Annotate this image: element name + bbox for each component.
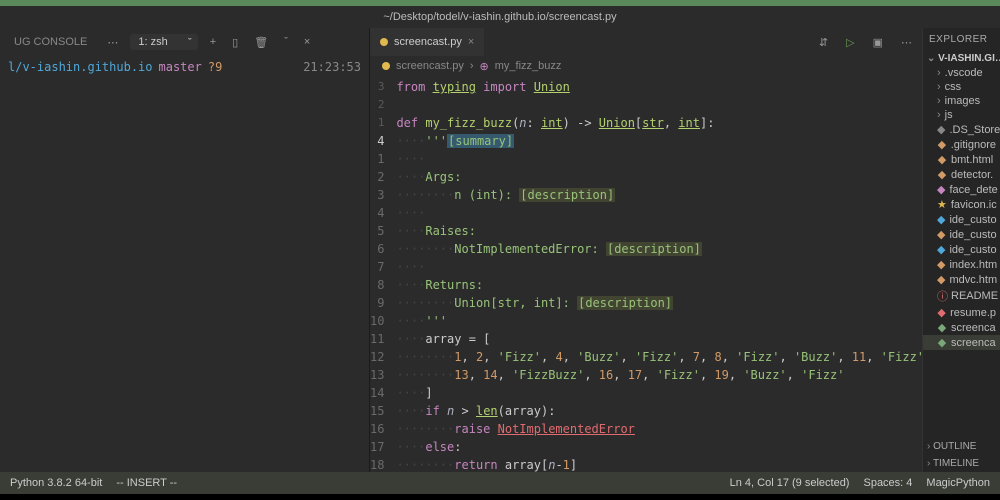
terminal-branch: master — [159, 60, 202, 74]
explorer-folder[interactable]: ›images — [923, 94, 1000, 108]
explorer-file[interactable]: ◆resume.p — [923, 305, 1000, 320]
editor-tab-screencast[interactable]: · screencast.py × — [370, 28, 484, 56]
compare-icon[interactable]: ⇵ — [815, 34, 832, 51]
terminal-chevron-icon[interactable]: ˇ — [280, 34, 292, 50]
file-icon: ◆ — [937, 153, 947, 166]
window-title: ~/Desktop/todel/v-iashin.github.io/scree… — [0, 6, 1000, 28]
file-icon: ◆ — [937, 306, 946, 319]
explorer-folder[interactable]: ›css — [923, 80, 1000, 94]
chevron-down-icon: ˇ — [188, 37, 192, 49]
new-terminal-icon[interactable]: + — [206, 34, 220, 50]
chevron-right-icon: › — [937, 95, 941, 107]
file-icon: ◆ — [937, 183, 945, 196]
explorer-root-label: V-IASHIN.GI… — [938, 53, 1000, 64]
breadcrumb-symbol[interactable]: my_fizz_buzz — [495, 60, 562, 72]
chevron-right-icon: › — [937, 109, 941, 121]
explorer-file[interactable]: ◆bmt.html — [923, 152, 1000, 167]
chevron-right-icon: › — [937, 67, 941, 79]
terminal-cwd: l/v-iashin.github.io — [8, 60, 153, 74]
editor-tabbar: · screencast.py × ⇵ ▷ ▣ ⋯ — [370, 28, 922, 56]
file-icon: ◆ — [937, 213, 945, 226]
run-icon[interactable]: ▷ — [842, 34, 858, 51]
file-icon: ◆ — [937, 168, 947, 181]
explorer-file[interactable]: ◆screenca — [923, 320, 1000, 335]
explorer-folder[interactable]: ›js — [923, 108, 1000, 122]
close-panel-icon[interactable]: × — [300, 34, 314, 50]
status-cursor[interactable]: Ln 4, Col 17 (9 selected) — [730, 477, 850, 489]
terminal-selector[interactable]: 1: zsh ˇ — [130, 34, 197, 50]
file-icon: ◆ — [937, 273, 945, 286]
timeline-section[interactable]: › TIMELINE — [923, 455, 1000, 472]
explorer-file[interactable]: ◆.gitignore — [923, 137, 1000, 152]
breadcrumb[interactable]: · screencast.py › ⊕ my_fizz_buzz — [370, 56, 922, 76]
timeline-label: TIMELINE — [933, 458, 979, 469]
explorer-root[interactable]: ⌄ V-IASHIN.GI… — [923, 51, 1000, 66]
split-editor-icon[interactable]: ▣ — [869, 34, 887, 51]
explorer-file[interactable]: ★favicon.ic — [923, 197, 1000, 212]
chevron-right-icon: › — [927, 458, 930, 469]
file-icon: ◆ — [937, 228, 945, 241]
status-python[interactable]: Python 3.8.2 64-bit — [10, 477, 102, 489]
explorer-panel: EXPLORER ⌄ V-IASHIN.GI… ›.vscode›css›ima… — [922, 28, 1000, 472]
tab-label: screencast.py — [394, 36, 462, 48]
explorer-file[interactable]: ◆ide_custo — [923, 212, 1000, 227]
chevron-down-icon: ⌄ — [927, 53, 935, 64]
terminal-time: 21:23:53 — [303, 60, 361, 74]
explorer-file[interactable]: ⓘREADME — [923, 287, 1000, 305]
file-icon: ◆ — [937, 243, 945, 256]
terminal-body[interactable]: l/v-iashin.github.io master ?9 21:23:53 — [0, 56, 369, 472]
chevron-right-icon: › — [937, 81, 941, 93]
file-icon: ◆ — [937, 138, 947, 151]
file-icon: ◆ — [937, 258, 945, 271]
explorer-file[interactable]: ◆index.htm — [923, 257, 1000, 272]
function-icon: ⊕ — [480, 60, 489, 73]
python-file-icon: · — [382, 62, 390, 70]
explorer-file[interactable]: ◆.DS_Store — [923, 122, 1000, 137]
status-bar: Python 3.8.2 64-bit -- INSERT -- Ln 4, C… — [0, 472, 1000, 494]
breadcrumb-sep-icon: › — [470, 60, 474, 72]
python-file-icon: · — [380, 38, 388, 46]
chevron-right-icon: › — [927, 441, 930, 452]
file-icon: ◆ — [937, 123, 945, 136]
explorer-file[interactable]: ◆mdvc.htm — [923, 272, 1000, 287]
file-icon: ◆ — [937, 336, 947, 349]
status-mode: -- INSERT -- — [116, 477, 177, 489]
outline-label: OUTLINE — [933, 441, 976, 452]
status-spaces[interactable]: Spaces: 4 — [863, 477, 912, 489]
explorer-file[interactable]: ◆ide_custo — [923, 227, 1000, 242]
explorer-file[interactable]: ◆ide_custo — [923, 242, 1000, 257]
terminal-panel: UG CONSOLE ⋯ 1: zsh ˇ + ▯ 🗑 ˇ × l/v-iash… — [0, 28, 370, 472]
editor-more-icon[interactable]: ⋯ — [897, 34, 916, 51]
explorer-file[interactable]: ◆face_dete — [923, 182, 1000, 197]
close-tab-icon[interactable]: × — [468, 36, 474, 48]
debug-console-tab[interactable]: UG CONSOLE — [6, 32, 95, 52]
terminal-selector-label: 1: zsh — [138, 36, 167, 48]
breadcrumb-file[interactable]: screencast.py — [396, 60, 464, 72]
editor-code[interactable]: from typing import Uniondef my_fizz_buzz… — [396, 78, 922, 472]
explorer-file[interactable]: ◆screenca — [923, 335, 1000, 350]
file-icon: ⓘ — [937, 288, 947, 304]
terminal-dirty: ?9 — [208, 60, 222, 74]
explorer-file[interactable]: ◆detector. — [923, 167, 1000, 182]
editor-gutter[interactable]: 3214123456789101112131415161718 — [370, 78, 396, 472]
outline-section[interactable]: › OUTLINE — [923, 438, 1000, 455]
file-icon: ◆ — [937, 321, 947, 334]
explorer-title: EXPLORER — [923, 28, 1000, 51]
file-icon: ★ — [937, 198, 947, 211]
panel-menu-icon[interactable]: ⋯ — [103, 34, 122, 51]
split-terminal-icon[interactable]: ▯ — [228, 34, 242, 51]
status-language[interactable]: MagicPython — [926, 477, 990, 489]
kill-terminal-icon[interactable]: 🗑 — [250, 34, 272, 51]
explorer-folder[interactable]: ›.vscode — [923, 66, 1000, 80]
